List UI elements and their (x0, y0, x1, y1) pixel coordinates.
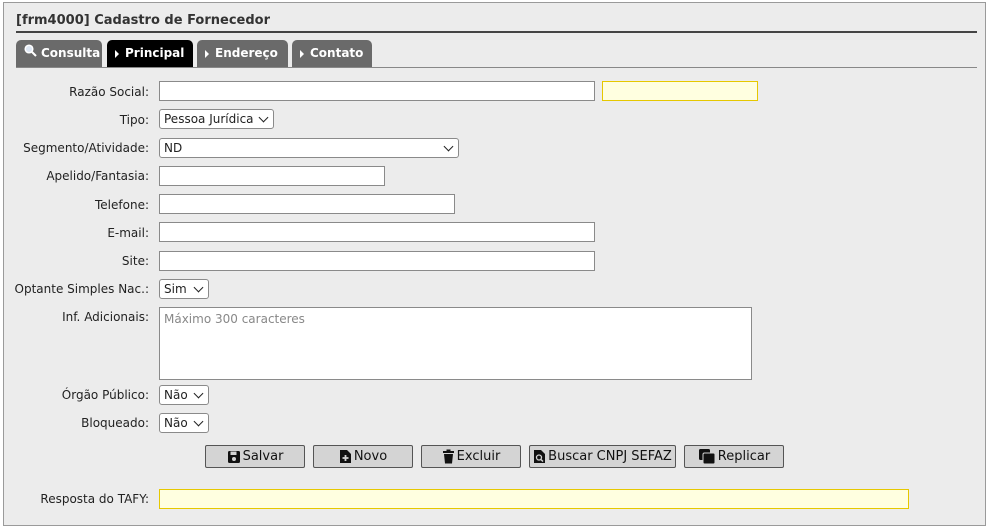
triangle-right-icon (115, 49, 119, 58)
tab-principal[interactable]: Principal (107, 40, 193, 67)
new-button-label: Novo (353, 449, 388, 464)
apelido-input[interactable] (159, 166, 385, 186)
segmento-select[interactable]: ND (159, 138, 459, 158)
title-divider (16, 31, 977, 33)
tipo-label: Tipo: (119, 113, 149, 127)
inf-adicionais-textarea[interactable] (159, 307, 752, 380)
replicate-button[interactable]: Replicar (684, 445, 784, 468)
search-cnpj-button[interactable]: Buscar CNPJ SEFAZ (529, 445, 676, 468)
tab-contato[interactable]: Contato (292, 40, 372, 67)
delete-button[interactable]: Excluir (421, 445, 521, 468)
bloqueado-label: Bloqueado: (81, 416, 149, 430)
razao-social-input[interactable] (159, 81, 595, 101)
email-label: E-mail: (107, 226, 149, 240)
floppy-disk-icon (227, 450, 241, 464)
page-title: [frm4000] Cadastro de Fornecedor (16, 13, 271, 28)
search-cnpj-button-label: Buscar CNPJ SEFAZ (548, 449, 672, 464)
bloqueado-select[interactable]: Não (159, 413, 209, 433)
new-button[interactable]: Novo (313, 445, 413, 468)
optante-selected: Sim (164, 282, 187, 296)
chevron-down-icon (443, 141, 454, 152)
razao-social-label: Razão Social: (69, 85, 149, 99)
new-file-icon (339, 449, 352, 464)
tipo-select[interactable]: Pessoa Jurídica (159, 109, 274, 129)
segmento-label: Segmento/Atividade: (23, 141, 149, 155)
tab-label: Endereço (215, 46, 278, 60)
replicate-button-label: Replicar (717, 449, 771, 464)
resposta-tafy-input[interactable] (159, 489, 909, 509)
email-input[interactable] (159, 222, 595, 242)
bloqueado-selected: Não (164, 416, 188, 430)
apelido-label: Apelido/Fantasia: (46, 169, 149, 183)
chevron-down-icon (193, 416, 204, 427)
triangle-right-icon (205, 49, 209, 58)
tab-label: Consulta (41, 46, 101, 60)
copy-icon (698, 448, 716, 465)
site-input[interactable] (159, 251, 595, 271)
tab-endereco[interactable]: Endereço (197, 40, 288, 67)
tab-label: Contato (310, 46, 364, 60)
orgao-publico-selected: Não (164, 388, 188, 402)
trash-icon (442, 449, 455, 464)
orgao-publico-label: Órgão Público: (61, 388, 149, 402)
segmento-selected: ND (164, 141, 183, 155)
tab-divider (16, 67, 977, 68)
tipo-selected: Pessoa Jurídica (164, 112, 254, 126)
chevron-down-icon (258, 112, 269, 123)
tab-consulta[interactable]: Consulta (16, 40, 102, 67)
tab-label: Principal (125, 46, 185, 60)
razao-social-extra-input[interactable] (602, 81, 758, 101)
optante-select[interactable]: Sim (159, 279, 209, 299)
orgao-publico-select[interactable]: Não (159, 385, 209, 405)
inf-adicionais-label: Inf. Adicionais: (62, 310, 149, 324)
resposta-tafy-label: Resposta do TAFY: (40, 492, 149, 506)
telefone-input[interactable] (159, 194, 455, 214)
file-search-icon (533, 449, 546, 464)
magnifier-icon (24, 40, 37, 67)
save-button-label: Salvar (242, 449, 284, 464)
chevron-down-icon (193, 282, 204, 293)
delete-button-label: Excluir (456, 449, 501, 464)
chevron-down-icon (193, 388, 204, 399)
triangle-right-icon (300, 49, 304, 58)
save-button[interactable]: Salvar (205, 445, 305, 468)
site-label: Site: (121, 254, 149, 268)
telefone-label: Telefone: (95, 198, 149, 212)
optante-label: Optante Simples Nac.: (14, 282, 149, 296)
